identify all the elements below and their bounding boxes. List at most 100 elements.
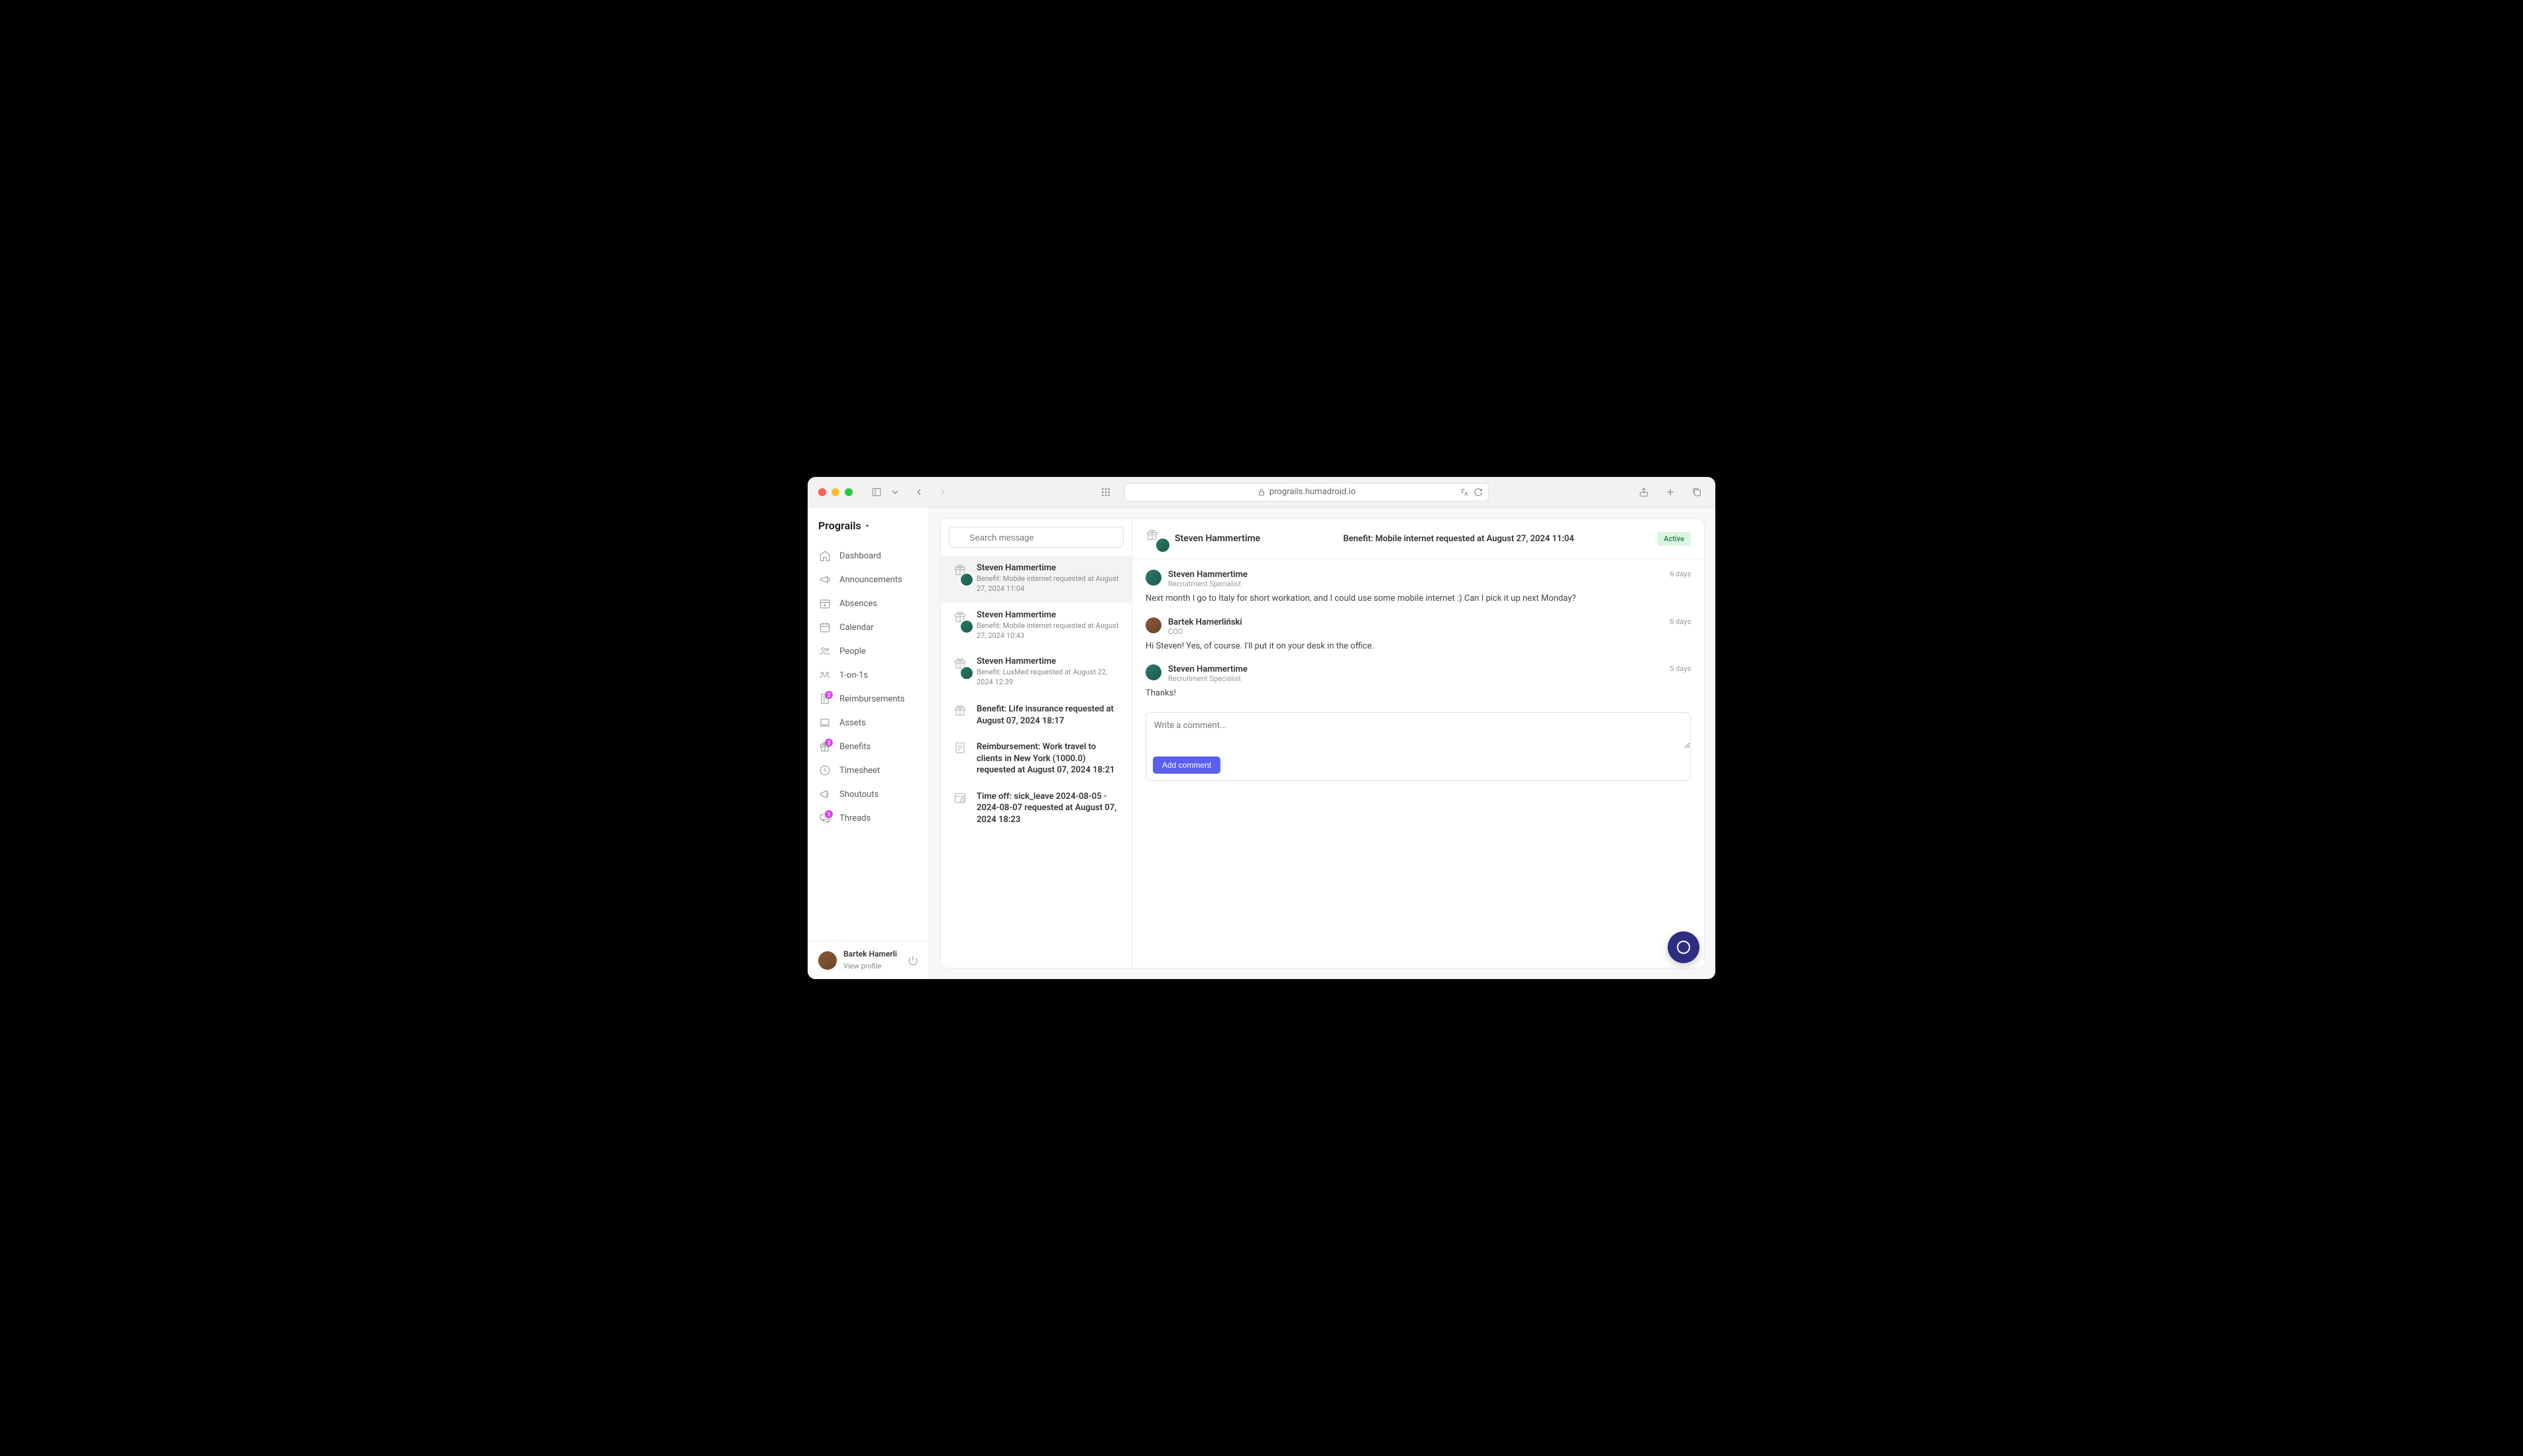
translate-icon[interactable] — [1459, 488, 1470, 497]
thread-icon: 1 — [818, 811, 832, 825]
thread-item[interactable]: Time off: sick_leave 2024-08-05 - 2024-0… — [941, 784, 1132, 833]
message: Bartek Hamerliński COO 6 days Hi Steven!… — [1146, 617, 1691, 653]
sidebar-item-benefits[interactable]: 3 Benefits — [808, 735, 929, 758]
message-author-role: COO — [1168, 627, 1663, 636]
comment-textarea[interactable] — [1146, 713, 1690, 749]
message: Steven Hammertime Recruitment Specialist… — [1146, 570, 1691, 605]
avatar — [1146, 570, 1161, 586]
url-bar[interactable]: prograils.humadroid.io — [1124, 483, 1489, 501]
nav-label: Timesheet — [839, 766, 880, 776]
window-close-button[interactable] — [818, 488, 826, 496]
message-time: 6 days — [1670, 617, 1691, 626]
calendar-icon — [818, 621, 832, 634]
sidebar-item-reimbursements[interactable]: 2 Reimbursements — [808, 687, 929, 711]
sidebar-item-calendar[interactable]: Calendar — [808, 615, 929, 639]
nav-label: Threads — [839, 813, 871, 823]
chevron-down-icon[interactable] — [887, 484, 903, 500]
sidebar: Prograils Dashboard Announcements Absenc… — [808, 507, 930, 979]
receipt-icon: 2 — [818, 692, 832, 705]
nav-label: Benefits — [839, 742, 871, 752]
comment-box: Add comment — [1146, 712, 1691, 781]
reload-icon[interactable] — [1474, 488, 1483, 497]
workspace-name: Prograils — [818, 519, 861, 532]
avatar — [959, 666, 974, 680]
thread-item[interactable]: Steven Hammertime Benefit: LuxMed reques… — [941, 649, 1132, 696]
avatar — [959, 619, 974, 634]
window-minimize-button[interactable] — [832, 488, 839, 496]
tabs-icon[interactable] — [1689, 484, 1705, 500]
thread-list-panel: Steven Hammertime Benefit: Mobile intern… — [940, 518, 1132, 968]
people-icon — [818, 645, 832, 658]
sidebar-item-threads[interactable]: 1 Threads — [808, 806, 929, 830]
sidebar-item-shoutouts[interactable]: Shoutouts — [808, 782, 929, 806]
thread-preview: Reimbursement: Work travel to clients in… — [977, 741, 1122, 776]
sidebar-item-assets[interactable]: Assets — [808, 711, 929, 735]
message-time: 6 days — [1670, 570, 1691, 578]
sidebar-toggle-icon[interactable] — [869, 484, 885, 500]
chat-group-icon — [818, 668, 832, 682]
thread-sender: Steven Hammertime — [977, 563, 1122, 573]
thread-preview: Time off: sick_leave 2024-08-05 - 2024-0… — [977, 791, 1122, 826]
sidebar-item-dashboard[interactable]: Dashboard — [808, 544, 929, 568]
nav-label: Shoutouts — [839, 790, 879, 800]
add-comment-button[interactable]: Add comment — [1153, 756, 1220, 774]
calendar-plus-icon — [818, 597, 832, 610]
gift-icon: 3 — [818, 740, 832, 753]
megaphone-icon — [818, 573, 832, 586]
apps-grid-icon[interactable] — [1098, 484, 1114, 500]
conversation-panel: Steven Hammertime Benefit: Mobile intern… — [1132, 518, 1705, 968]
nav-label: People — [839, 647, 866, 656]
search-input[interactable] — [949, 527, 1124, 548]
announce-icon — [818, 788, 832, 801]
thread-item[interactable]: Reimbursement: Work travel to clients in… — [941, 734, 1132, 784]
new-tab-icon[interactable] — [1662, 484, 1678, 500]
avatar — [818, 951, 837, 970]
clock-icon — [818, 764, 832, 777]
nav-label: Reimbursements — [839, 694, 904, 704]
sidebar-item-timesheet[interactable]: Timesheet — [808, 758, 929, 782]
sidebar-item-absences[interactable]: Absences — [808, 592, 929, 615]
gift-icon — [950, 610, 970, 630]
nav-label: Calendar — [839, 623, 874, 633]
message-author: Bartek Hamerliński — [1168, 617, 1663, 627]
conversation-title: Benefit: Mobile internet requested at Au… — [1268, 534, 1649, 544]
receipt-icon — [950, 741, 970, 761]
back-button[interactable] — [911, 484, 927, 500]
conversation-user-name: Steven Hammertime — [1175, 533, 1260, 544]
chat-bubble-icon — [1677, 941, 1690, 954]
laptop-icon — [818, 716, 832, 729]
nav-label: Announcements — [839, 575, 902, 585]
gift-icon — [950, 563, 970, 583]
chat-fab-button[interactable] — [1668, 931, 1699, 963]
thread-preview: Benefit: Mobile internet requested at Au… — [977, 621, 1122, 641]
current-user-name: Bartek Hamerli — [843, 949, 901, 959]
thread-item[interactable]: Benefit: Life insurance requested at Aug… — [941, 696, 1132, 734]
sidebar-item-people[interactable]: People — [808, 639, 929, 663]
nav-label: Absences — [839, 599, 877, 609]
message-author: Steven Hammertime — [1168, 664, 1663, 674]
thread-sender: Steven Hammertime — [977, 656, 1122, 666]
avatar — [959, 572, 974, 587]
thread-item[interactable]: Steven Hammertime Benefit: Mobile intern… — [941, 556, 1132, 603]
sidebar-item-announcements[interactable]: Announcements — [808, 568, 929, 592]
lock-icon — [1258, 488, 1265, 496]
power-icon[interactable] — [908, 955, 918, 966]
browser-chrome: prograils.humadroid.io — [808, 477, 1715, 507]
sidebar-item-1-on-1s[interactable]: 1-on-1s — [808, 663, 929, 687]
nav-label: Dashboard — [839, 551, 881, 561]
window-maximize-button[interactable] — [845, 488, 853, 496]
message-author: Steven Hammertime — [1168, 570, 1663, 580]
gift-icon — [950, 656, 970, 676]
forward-button[interactable] — [935, 484, 951, 500]
badge: 2 — [825, 691, 833, 699]
thread-preview: Benefit: Life insurance requested at Aug… — [977, 703, 1122, 727]
share-icon[interactable] — [1636, 484, 1652, 500]
view-profile-link[interactable]: View profile — [843, 962, 881, 970]
thread-item[interactable]: Steven Hammertime Benefit: Mobile intern… — [941, 603, 1132, 650]
home-icon — [818, 549, 832, 562]
badge: 3 — [825, 739, 833, 747]
gift-icon — [950, 703, 970, 723]
nav-label: Assets — [839, 718, 866, 728]
thread-sender: Steven Hammertime — [977, 610, 1122, 620]
workspace-selector[interactable]: Prograils — [808, 507, 929, 541]
